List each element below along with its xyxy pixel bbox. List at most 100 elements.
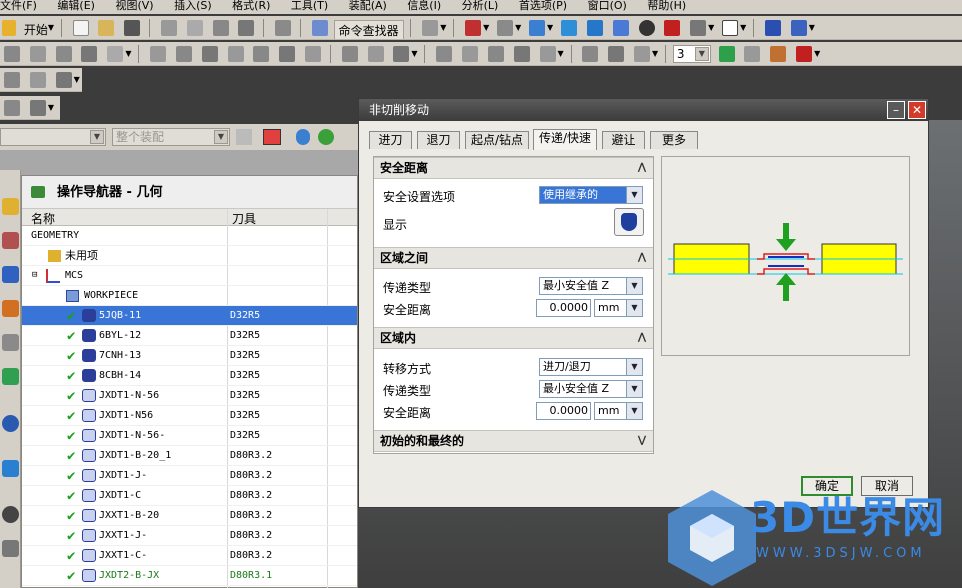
menu-preferences[interactable]: 首选项(P) (519, 0, 567, 12)
tree-row-operation[interactable]: ✔ JXXT1-B-20 D80R3.2 (22, 506, 357, 526)
part-navigator-tab-icon[interactable] (2, 300, 19, 317)
tree-row-operation[interactable]: ✔ JXDT1-N56 D32R5 (22, 406, 357, 426)
cut-icon[interactable] (160, 20, 177, 36)
layer-settings-icon[interactable] (718, 46, 735, 62)
operation-navigator-tab-icon[interactable] (2, 198, 19, 215)
tree-row-unused[interactable]: 未用项 (22, 246, 357, 266)
reuse-library-tab-icon[interactable] (2, 334, 19, 351)
fit-view-icon[interactable] (465, 20, 482, 36)
cutting-method-icon[interactable] (608, 46, 625, 62)
section-clearance-header[interactable]: 安全距离 ⋀ (374, 157, 653, 179)
tool-path-icon[interactable] (634, 46, 650, 62)
web-browser-tab-icon[interactable] (2, 460, 19, 477)
navigator-pin-icon[interactable] (31, 186, 45, 198)
geometry-view-icon[interactable] (201, 46, 218, 62)
machine-tool-view-icon[interactable] (175, 46, 192, 62)
rotate-icon[interactable] (497, 20, 514, 36)
create-program-icon[interactable] (4, 46, 20, 62)
within-transfer-type-select[interactable]: 最小安全值 Z ▼ (539, 380, 643, 398)
tree-row-workpiece[interactable]: WORKPIECE (22, 286, 357, 306)
feed-rate-icon[interactable] (582, 46, 599, 62)
tree-row-operation[interactable]: ✔ 8CBH-14 D32R5 (22, 366, 357, 386)
between-transfer-type-select[interactable]: 最小安全值 Z ▼ (539, 277, 643, 295)
palette-tab-icon[interactable] (2, 368, 19, 385)
tab-start-drill-points[interactable]: 起点/钻点 (465, 131, 529, 149)
menu-format[interactable]: 格式(R) (232, 0, 270, 12)
studio-icon[interactable] (664, 20, 681, 36)
replay-icon[interactable] (279, 46, 296, 62)
section-between-regions-header[interactable]: 区域之间 ⋀ (374, 247, 653, 269)
menu-assembly[interactable]: 装配(A) (349, 0, 387, 12)
view-orient-icon[interactable] (529, 20, 546, 36)
tree-row-operation[interactable]: ✔ 5JQB-11 D32R5 (22, 306, 357, 326)
within-clearance-input[interactable]: 0.0000 (536, 402, 591, 420)
collapse-icon[interactable]: ⊟ (32, 271, 37, 280)
column-header-name[interactable]: 名称 (31, 210, 55, 227)
tree-row-operation[interactable]: ✔ JXDT1-J- D80R3.2 (22, 466, 357, 486)
create-tool-icon[interactable] (29, 46, 46, 62)
section-initial-final-header[interactable]: 初始的和最终的 ⋁ (374, 430, 653, 452)
refresh-icon[interactable] (318, 129, 334, 145)
tree-row-operation[interactable]: ✔ JXDT1-N-56- D32R5 (22, 426, 357, 446)
tree-row-operation[interactable]: ✔ JXXT1-J- D80R3.2 (22, 526, 357, 546)
program-order-view-icon[interactable] (150, 46, 167, 62)
method-view-icon[interactable] (227, 46, 244, 62)
wireframe-icon[interactable] (612, 20, 629, 36)
new-file-icon[interactable] (72, 20, 89, 36)
between-unit-select[interactable]: mm ▼ (594, 299, 643, 317)
edit-object-icon[interactable] (436, 46, 453, 62)
shop-doc-icon[interactable] (367, 46, 384, 62)
chevron-up-icon[interactable]: ⋀ (634, 330, 650, 346)
generate-icon[interactable] (253, 46, 270, 62)
tree-row-operation[interactable]: ✔ JXXT1-C- D80R3.2 (22, 546, 357, 566)
tree-row-operation[interactable]: ✔ JXDT1-B-20_1 D80R3.2 (22, 446, 357, 466)
tree-row-operation[interactable]: ✔ JXDT1-C D80R3.2 (22, 486, 357, 506)
chevron-up-icon[interactable]: ⋀ (634, 250, 650, 266)
snap-point-icon[interactable] (263, 129, 281, 145)
menu-insert[interactable]: 插入(S) (174, 0, 212, 12)
contrast-icon[interactable] (638, 20, 655, 36)
layer-select[interactable]: 3 ▼ (672, 45, 711, 63)
menu-view[interactable]: 视图(V) (115, 0, 153, 12)
display-button[interactable] (614, 208, 644, 236)
tree-row-operation[interactable]: ✔ JXDT1-N-56 D32R5 (22, 386, 357, 406)
paste-icon[interactable] (212, 20, 229, 36)
close-icon[interactable]: ✕ (908, 101, 926, 119)
wrench-icon[interactable] (29, 72, 46, 88)
chevron-down-icon[interactable]: ⋁ (634, 433, 650, 449)
selection-icon[interactable] (422, 20, 439, 36)
create-method-icon[interactable] (81, 46, 98, 62)
show-hide-icon[interactable] (796, 46, 813, 62)
history-tab-icon[interactable] (2, 506, 19, 523)
menu-window[interactable]: 窗口(O) (588, 0, 627, 12)
selection-scope-icon[interactable] (236, 129, 252, 145)
start-button[interactable]: 开始 (22, 21, 48, 38)
snap-icon[interactable] (790, 20, 807, 36)
cut-object-icon[interactable] (462, 46, 479, 62)
open-folder-icon[interactable] (98, 20, 115, 36)
tab-avoidance[interactable]: 避让 (602, 131, 645, 149)
menu-help[interactable]: 帮助(H) (647, 0, 686, 12)
assembly-scope-select[interactable]: 整个装配 ▼ (112, 128, 230, 146)
rename-icon[interactable] (539, 46, 556, 62)
section-within-region-header[interactable]: 区域内 ⋀ (374, 327, 653, 349)
shaded-icon[interactable] (561, 20, 578, 36)
machine-navigator-tab-icon[interactable] (2, 232, 19, 249)
move-layer-icon[interactable] (744, 46, 761, 62)
tree-row-operation[interactable]: ✔ JXDT2-B-JX D80R3.1 (22, 566, 357, 586)
clearance-option-select[interactable]: 使用继承的 ▼ (539, 186, 643, 204)
tab-more[interactable]: 更多 (650, 131, 698, 149)
copy-icon[interactable] (186, 20, 203, 36)
assembly-navigator-tab-icon[interactable] (2, 266, 19, 283)
render-icon[interactable] (690, 20, 707, 36)
point-snap-icon[interactable] (4, 100, 20, 116)
delete-object-icon[interactable] (513, 46, 530, 62)
copy-layer-icon[interactable] (770, 46, 787, 62)
tree-row-geometry[interactable]: GEOMETRY (22, 226, 357, 246)
roles-tab-icon[interactable] (2, 540, 19, 557)
tool-icon[interactable] (4, 72, 20, 88)
save-icon[interactable] (124, 20, 141, 36)
minimize-icon[interactable]: – (887, 101, 905, 119)
menu-analysis[interactable]: 分析(L) (462, 0, 499, 12)
arrow-icon[interactable] (296, 129, 310, 145)
